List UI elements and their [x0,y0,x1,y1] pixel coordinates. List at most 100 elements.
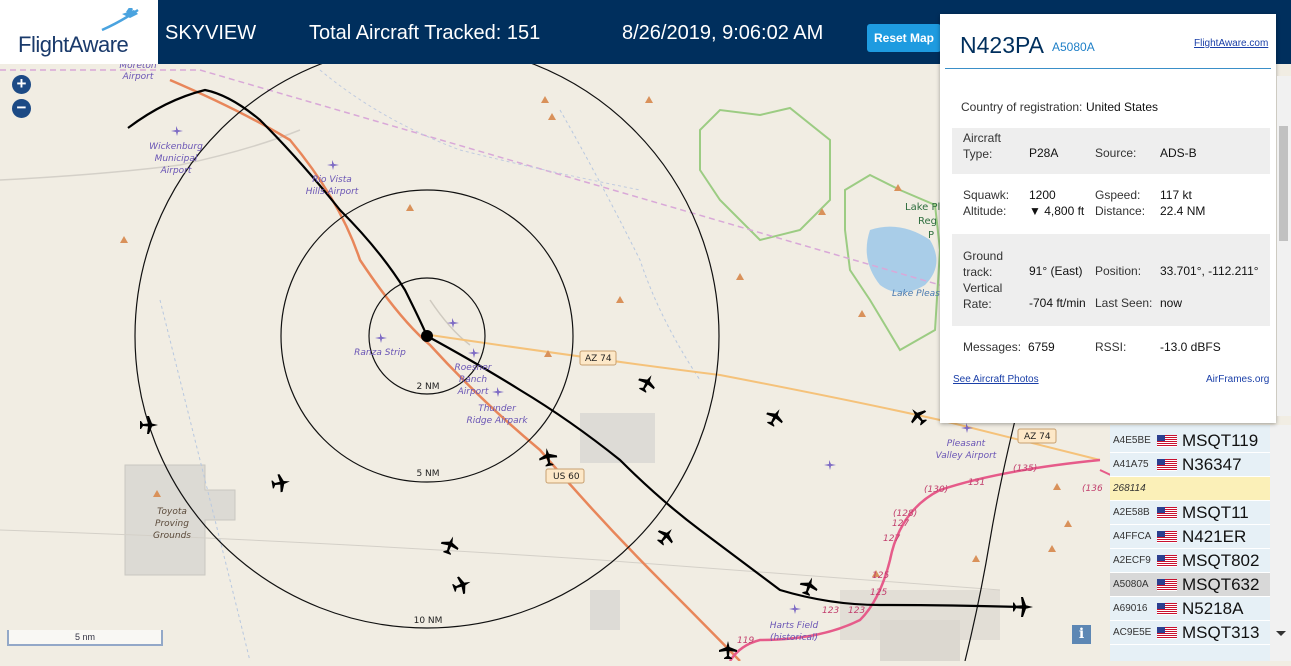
total-aircraft-tracked: Total Aircraft Tracked: 151 [309,22,541,44]
source-value: ADS-B [1160,146,1197,160]
svg-text:Proving: Proving [155,519,189,529]
svg-text:125: 125 [872,571,889,581]
svg-text:Grounds: Grounds [153,531,191,541]
rssi-label: RSSI: [1095,340,1127,354]
svg-text:Airport: Airport [457,387,489,397]
flightaware-logo[interactable]: FlightAware [0,0,158,64]
plane-logo-icon [101,8,139,32]
reset-map-button[interactable]: Reset Map [867,24,941,52]
squawk-label: Squawk: [963,188,1010,202]
svg-text:P: P [928,230,934,241]
svg-text:123: 123 [848,606,865,616]
svg-text:Ridge Airpark: Ridge Airpark [466,416,528,426]
aircraft-list-row[interactable]: A69016 N5218A [1110,597,1270,621]
last-seen-value: now [1160,296,1183,310]
position-value: 33.701°, -112.211° [1160,264,1259,278]
svg-text:Hills Airport: Hills Airport [306,187,359,197]
aircraft-list-scrollbar[interactable] [1270,425,1291,661]
us-flag-icon [1157,603,1177,615]
popup-divider [945,68,1271,69]
label-lake-pleasant: Lake Pleas [892,289,940,299]
last-seen-label: Last Seen: [1095,296,1153,310]
aircraft-list-row[interactable]: A4E5BE MSQT119 [1110,429,1270,453]
svg-text:131: 131 [968,478,985,488]
aircraft-hex: A2E58B [1113,507,1150,518]
label-toyota-proving-grounds: Toyota [157,507,187,517]
distance-label: Distance: [1095,204,1146,218]
see-aircraft-photos-link[interactable]: See Aircraft Photos [953,374,1039,385]
aircraft-ident: MSQT11 [1182,503,1249,522]
gspeed-value: 117 kt [1160,188,1192,202]
aircraft-detail-popup: N423PA A5080A FlightAware.com Country of… [940,14,1276,423]
svg-text:Valley Airport: Valley Airport [936,451,997,461]
aircraft-list-row[interactable]: A4FFCA N421ER [1110,525,1270,549]
label-wickenburg: Wickenburg [149,142,203,152]
messages-value: 6759 [1028,340,1055,354]
aircraft-ident: MSQT313 [1182,623,1260,642]
altitude-value: ▼ 4,800 ft [1029,204,1085,218]
svg-text:119: 119 [737,636,754,646]
label-ranza-strip: Ranza Strip [354,348,406,358]
us-flag-icon [1157,435,1177,447]
aircraft-list-row[interactable]: 268114 [1110,477,1270,501]
road-label-az74: AZ 74 [585,354,612,364]
svg-text:(136: (136 [1082,484,1103,494]
svg-text:(135): (135) [1013,464,1037,474]
label-rio-vista: Rio Vista [312,175,352,185]
aircraft-list-row[interactable]: AC9E5E MSQT313 [1110,621,1270,645]
aircraft-ident: MSQT119 [1182,431,1259,450]
country-label: Country of registration: [961,100,1083,114]
source-label: Source: [1095,146,1137,160]
app-name: SKYVIEW [165,22,257,44]
popup-track-section: Ground track: 91° (East) Position: 33.70… [952,234,1270,326]
position-label: Position: [1095,264,1142,278]
popup-flightaware-link[interactable]: FlightAware.com [1194,38,1268,49]
label-lake-pleasant-park: Lake Pl [905,202,940,213]
aircraft-list-row[interactable]: A2ECF9 MSQT802 [1110,549,1270,573]
road-label-us60: US 60 [553,472,580,482]
range-label-10nm: 10 NM [414,616,443,626]
us-flag-icon [1157,459,1177,471]
squawk-value: 1200 [1029,188,1056,202]
popup-squawk-section: Squawk: 1200 Gspeed: 117 kt Altitude: ▼ … [952,180,1270,228]
aircraft-ident: N36347 [1182,455,1242,474]
receiver-location [421,330,433,342]
info-button[interactable]: i [1072,625,1091,644]
current-datetime: 8/26/2019, 9:06:02 AM [622,22,824,44]
popup-type-section: Aircraft Type: P28A Source: ADS-B [952,128,1270,174]
svg-text:(128): (128) [893,509,917,519]
aircraft-ident: MSQT802 [1182,551,1260,570]
popup-country-section: Country of registration: United States [952,96,1270,128]
svg-text:Reg: Reg [918,216,937,227]
gspeed-label: Gspeed: [1095,188,1141,202]
zoom-out-button[interactable]: − [12,99,31,118]
zoom-in-button[interactable]: + [12,75,31,94]
svg-text:Airport: Airport [122,72,154,82]
aircraft-list-row[interactable]: A2E58B MSQT11 [1110,501,1270,525]
aircraft-list-row[interactable]: A41A75 N36347 [1110,453,1270,477]
aircraft-hex: 268114 [1113,483,1146,494]
airframes-link[interactable]: AirFrames.org [1206,374,1269,385]
aircraft-hex: A2ECF9 [1113,555,1151,566]
aircraft-hex: A5080A [1113,579,1149,590]
aircraft-list[interactable]: A4E5BE MSQT119 A41A75 N36347 268114 A2E58B MSQ… [1110,425,1270,661]
us-flag-icon [1157,531,1177,543]
label-moreton-airport: Moreton [119,64,157,71]
aircraft-type-label: Aircraft Type: [963,131,1002,161]
us-flag-icon [1157,507,1177,519]
map-scale-bar: 5 nm [7,630,163,646]
aircraft-type-value: P28A [1029,146,1059,160]
popup-scrollbar-thumb[interactable] [1279,126,1288,241]
messages-label: Messages: [963,340,1022,354]
ground-track-value: 91° (East) [1029,264,1083,278]
popup-scrollbar[interactable] [1277,76,1291,416]
aircraft-list-row[interactable]: A5080A MSQT632 [1110,573,1270,597]
us-flag-icon [1157,555,1177,567]
aircraft-hex: A69016 [1113,603,1148,614]
country-value: United States [1086,100,1159,114]
vertical-rate-label: Vertical Rate: [963,281,1003,311]
svg-text:(130): (130) [924,485,948,495]
aircraft-hex: A4FFCA [1113,531,1152,542]
distance-value: 22.4 NM [1160,204,1206,218]
us-flag-icon [1157,579,1177,591]
